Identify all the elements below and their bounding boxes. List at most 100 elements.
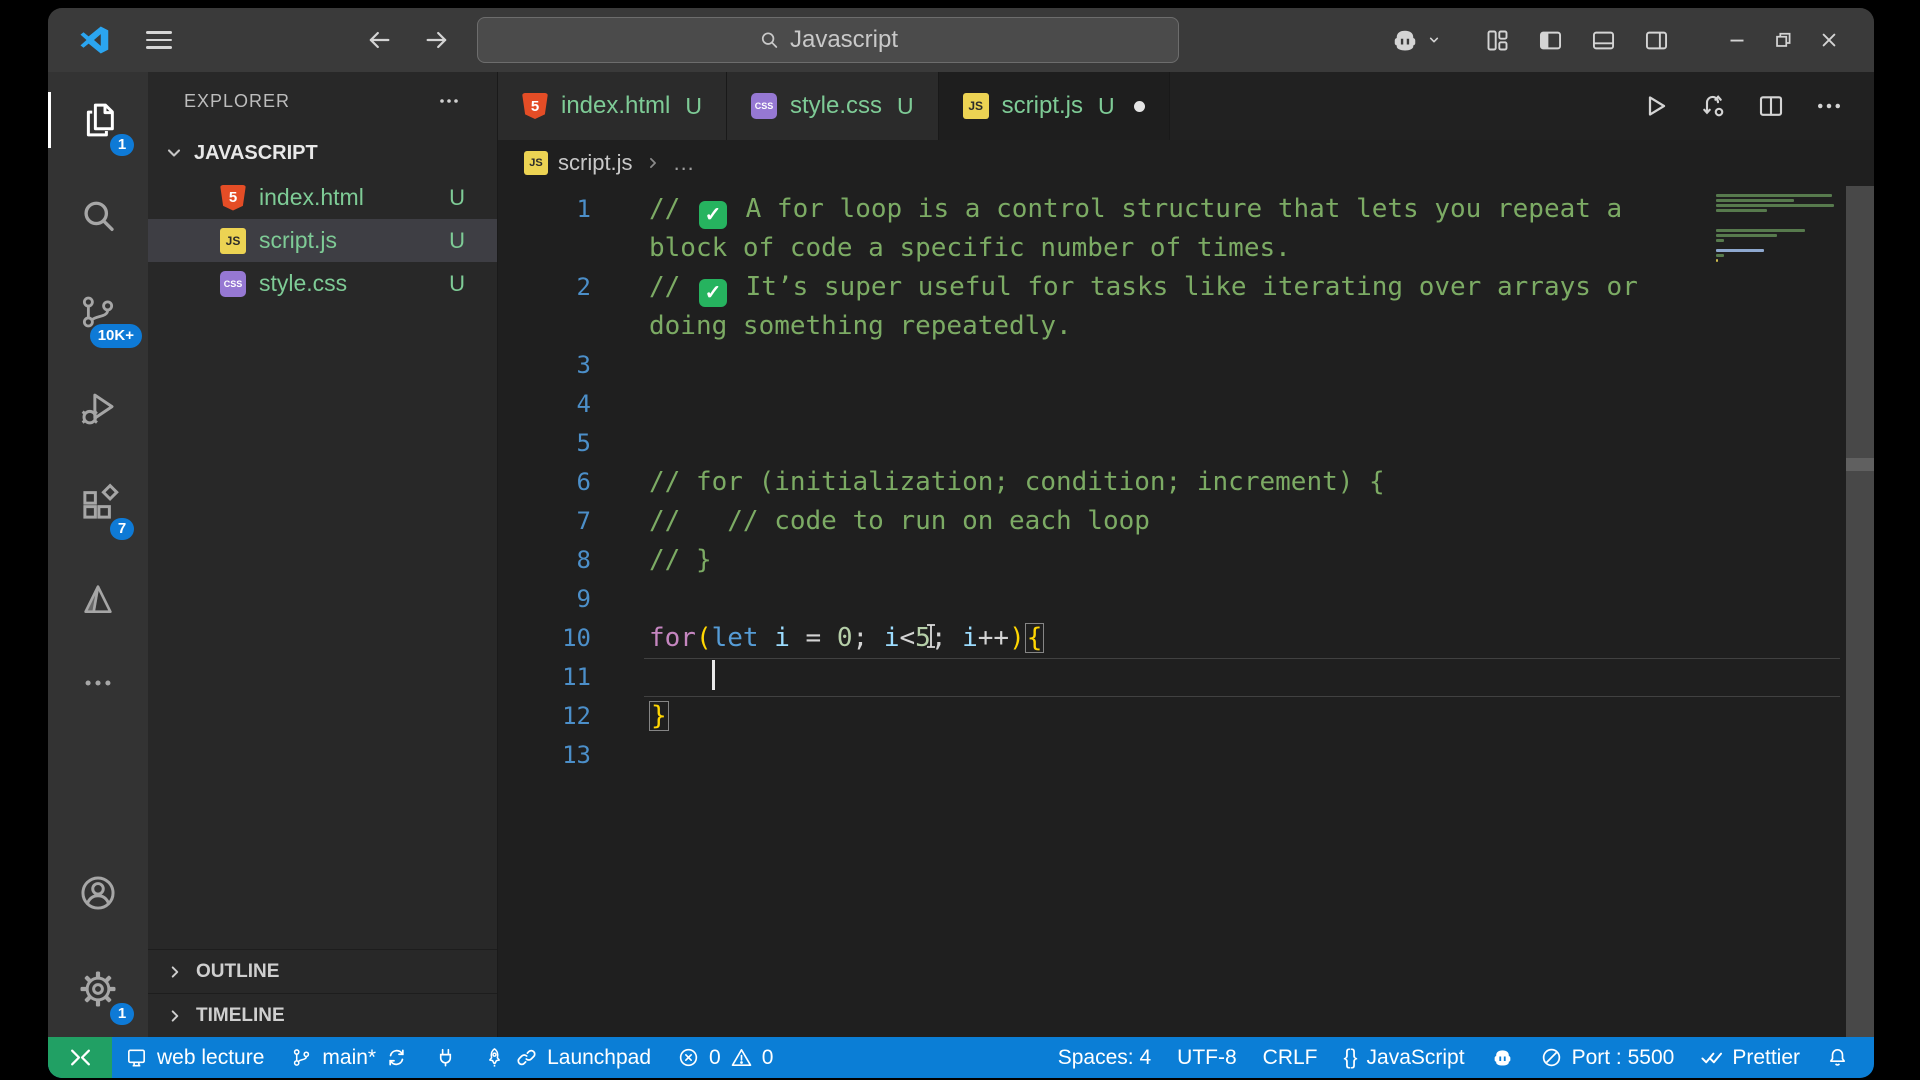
dblcheck-icon	[1700, 1046, 1723, 1069]
copilot-icon	[1390, 25, 1420, 55]
status-launchpad[interactable]: Launchpad	[470, 1037, 664, 1078]
activity-prism-extension-button[interactable]	[48, 552, 148, 648]
status-live-port[interactable]: Port : 5500	[1527, 1037, 1688, 1078]
minimap[interactable]	[1716, 194, 1842, 269]
status-indentation[interactable]: Spaces: 4	[1045, 1037, 1164, 1078]
tab-index.html[interactable]: 5 index.html U	[498, 72, 728, 140]
sync-icon	[385, 1046, 408, 1069]
explorer-title: EXPLORER	[184, 90, 291, 111]
remote-indicator[interactable]	[48, 1037, 112, 1078]
vscode-window: Javascript 1 10K+ 7 1 EXPLORER JAVASCRIP…	[48, 8, 1874, 1078]
toggle-primary-sidebar-button[interactable]	[1537, 27, 1564, 54]
code-line-10: 10 for(let i = 0; i<5; i++){	[498, 619, 1874, 658]
tab-script.js[interactable]: JS script.js U	[938, 72, 1170, 140]
editor-more-actions-button[interactable]	[1814, 91, 1844, 121]
account-icon	[77, 872, 119, 914]
status-encoding[interactable]: UTF-8	[1164, 1037, 1250, 1078]
source-control-badge: 10K+	[89, 324, 142, 348]
folder-row-javascript[interactable]: JAVASCRIPT	[148, 130, 497, 176]
timeline-section-header[interactable]: TIMELINE	[148, 993, 497, 1037]
code-line-9: 9	[498, 580, 1874, 619]
line-number: 7	[576, 507, 591, 535]
activity-explorer-button[interactable]: 1	[48, 72, 148, 168]
close-button[interactable]	[1806, 17, 1852, 63]
accounts-button[interactable]	[48, 845, 148, 941]
maximize-button[interactable]	[1760, 17, 1806, 63]
split-editor-button[interactable]	[1756, 91, 1786, 121]
search-value: Javascript	[789, 26, 899, 53]
status-bar: web lecture main* Launchpad 00 Spaces: 4…	[48, 1037, 1874, 1078]
menu-hamburger-icon[interactable]	[146, 31, 172, 49]
explorer-badge: 1	[110, 134, 134, 156]
activity-search-button[interactable]	[48, 168, 148, 264]
activity-run-debug-button[interactable]	[48, 360, 148, 456]
activity-extensions-button[interactable]: 7	[48, 456, 148, 552]
file-row-script.js[interactable]: JS script.js U	[148, 219, 497, 262]
slash-icon	[1540, 1046, 1563, 1069]
error-icon	[677, 1046, 700, 1069]
chevron-right-icon	[643, 153, 663, 173]
line-number: 4	[576, 390, 591, 418]
status-problems[interactable]: 00	[664, 1037, 786, 1078]
code-line-2-wrap: doing something repeatedly.	[649, 311, 1072, 341]
line-number: 12	[562, 702, 591, 730]
line-number: 6	[576, 468, 591, 496]
editor-scrollbar[interactable]	[1846, 186, 1874, 1037]
status-git-branch[interactable]: main*	[277, 1037, 421, 1078]
search-icon	[77, 195, 119, 237]
screen-icon	[125, 1046, 148, 1069]
search-icon	[758, 29, 780, 51]
git-status-untracked: U	[449, 227, 465, 253]
js-file-icon: JS	[524, 151, 548, 175]
status-eol[interactable]: CRLF	[1250, 1037, 1331, 1078]
code-line-8: 8 // }	[498, 541, 1874, 580]
code-line-1-wrap: block of code a specific number of times…	[649, 233, 1291, 263]
file-row-style.css[interactable]: CSS style.css U	[148, 262, 497, 305]
line-number: 9	[576, 585, 591, 613]
file-row-index.html[interactable]: 5 index.html U	[148, 176, 497, 219]
git-status-untracked: U	[1098, 92, 1115, 119]
line-number: 10	[562, 624, 591, 652]
status-notifications[interactable]	[1813, 1037, 1862, 1078]
code-editor[interactable]: 1 // ✓ A for loop is a control structure…	[498, 186, 1874, 1037]
file-name: script.js	[259, 227, 337, 253]
css-file-icon: CSS	[220, 270, 246, 297]
copilot-icon	[1491, 1046, 1514, 1069]
title-bar: Javascript	[48, 8, 1874, 72]
tab-bar: 5 index.html U CSS style.css U JS script…	[498, 72, 1874, 140]
toggle-secondary-sidebar-button[interactable]	[1643, 27, 1670, 54]
chevron-right-icon	[164, 961, 186, 983]
customize-layout-button[interactable]	[1484, 27, 1511, 54]
status-language[interactable]: {} JavaScript	[1331, 1037, 1478, 1078]
prism-icon	[78, 580, 118, 620]
compare-changes-button[interactable]	[1698, 91, 1728, 121]
status-prettier[interactable]: Prettier	[1687, 1037, 1813, 1078]
explorer-more-actions-button[interactable]	[437, 89, 461, 113]
status-web-lecture[interactable]: web lecture	[112, 1037, 277, 1078]
breadcrumb[interactable]: JS script.js …	[498, 140, 1874, 186]
command-center-search[interactable]: Javascript	[477, 17, 1179, 63]
copilot-menu-button[interactable]	[1390, 25, 1444, 55]
settings-button[interactable]: 1	[48, 941, 148, 1037]
status-copilot[interactable]	[1478, 1037, 1527, 1078]
minimize-button[interactable]	[1714, 17, 1760, 63]
ellipsis-icon	[437, 89, 461, 113]
tab-style.css[interactable]: CSS style.css U	[727, 72, 939, 140]
status-ports[interactable]	[421, 1037, 470, 1078]
modified-dot-icon[interactable]	[1133, 100, 1145, 112]
rocket-icon	[483, 1046, 506, 1069]
run-file-button[interactable]	[1640, 91, 1670, 121]
activity-source-control-button[interactable]: 10K+	[48, 264, 148, 360]
nav-back-button[interactable]	[365, 26, 393, 54]
html-file-icon: 5	[220, 184, 246, 211]
toggle-panel-button[interactable]	[1590, 27, 1617, 54]
line-number: 8	[576, 546, 591, 574]
ellipsis-icon	[81, 666, 115, 700]
code-line-13: 13	[498, 736, 1874, 775]
line-number: 13	[562, 741, 591, 769]
tab-label: index.html	[561, 92, 671, 119]
nav-forward-button[interactable]	[423, 26, 451, 54]
activity-more-button[interactable]	[48, 648, 148, 718]
outline-section-header[interactable]: OUTLINE	[148, 949, 497, 993]
line-number: 2	[576, 273, 591, 301]
